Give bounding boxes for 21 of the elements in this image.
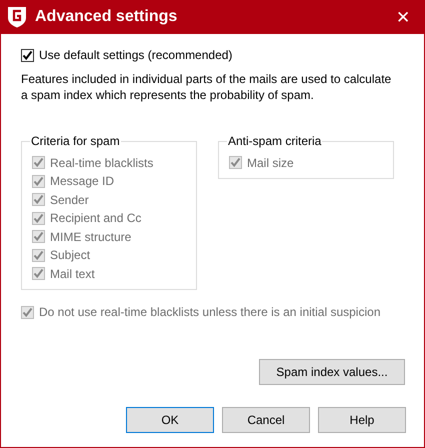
checkbox-label: Recipient and Cc	[50, 210, 142, 227]
checkbox-label: Message ID	[50, 173, 114, 190]
window-title: Advanced settings	[35, 7, 178, 27]
checkbox-label: Do not use real-time blacklists unless there is an initial suspicion	[39, 304, 380, 321]
checkbox-label: Subject	[50, 247, 90, 264]
close-button[interactable]: ✕	[390, 8, 416, 26]
checkbox-label: MIME structure	[50, 228, 132, 246]
dialog-button[interactable]: OK	[126, 406, 214, 432]
group-title: Criteria for spam	[30, 134, 121, 148]
checkbox-label: Mail size	[247, 154, 294, 172]
checkbox[interactable]	[21, 48, 34, 62]
checkbox-label: Sender	[50, 192, 89, 208]
spam-index-values-button[interactable]: Spam index values...	[259, 358, 405, 384]
dialog-button[interactable]: Cancel	[222, 406, 310, 432]
checkbox-label: Mail text	[50, 266, 95, 282]
group-title: Anti-spam criteria	[227, 134, 322, 148]
checkbox-label: Real-time blacklists	[50, 154, 154, 172]
shield-logo-icon	[7, 6, 27, 28]
description-text: Features included in individual parts of the mails are used to calculate a spam index which represents the probability of spam.	[21, 70, 392, 102]
dialog-button[interactable]: Help	[318, 406, 406, 432]
checkbox-label: Use default settings (recommended)	[39, 47, 232, 64]
